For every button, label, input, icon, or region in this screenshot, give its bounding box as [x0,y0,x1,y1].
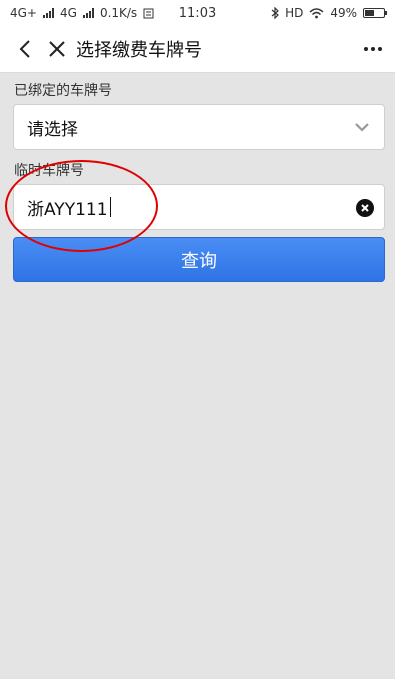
status-left: 4G+ 4G 0.1K/s [10,6,154,20]
page-title: 选择缴费车牌号 [76,40,202,61]
chevron-down-icon [355,123,369,132]
clear-input-button[interactable] [356,199,374,217]
bound-plate-select-value: 请选择 [27,119,78,140]
temp-plate-label: 临时车牌号 [14,163,84,179]
nav-bar: 选择缴费车牌号 [0,26,395,73]
back-arrow-icon [19,40,30,58]
bound-plate-label: 已绑定的车牌号 [14,83,112,99]
signal-icon [43,8,54,18]
notification-icon [143,8,154,18]
close-button[interactable] [44,36,70,62]
temp-plate-input[interactable]: 浙AYY111 [13,184,385,230]
close-icon [49,41,65,57]
network-speed: 0.1K/s [99,6,138,20]
status-right: HD 49% [271,6,387,20]
query-button[interactable]: 查询 [13,237,385,282]
network-type-1: 4G+ [10,6,37,20]
more-button[interactable] [363,36,383,66]
status-bar: 4G+ 4G 0.1K/s 11:03 HD 49% [0,0,395,26]
battery-percent: 49% [330,6,357,20]
temp-plate-input-value: 浙AYY111 [27,199,108,220]
bound-plate-select[interactable]: 请选择 [13,104,385,150]
text-caret [109,197,111,217]
bluetooth-icon [271,7,279,19]
back-button[interactable] [12,36,38,62]
network-type-2: 4G [60,6,77,20]
wifi-icon [309,7,324,18]
clear-icon [361,204,369,212]
hd-indicator: HD [285,6,304,20]
battery-icon [363,8,387,18]
more-dots-icon [364,47,382,51]
signal-icon-2 [82,8,94,18]
